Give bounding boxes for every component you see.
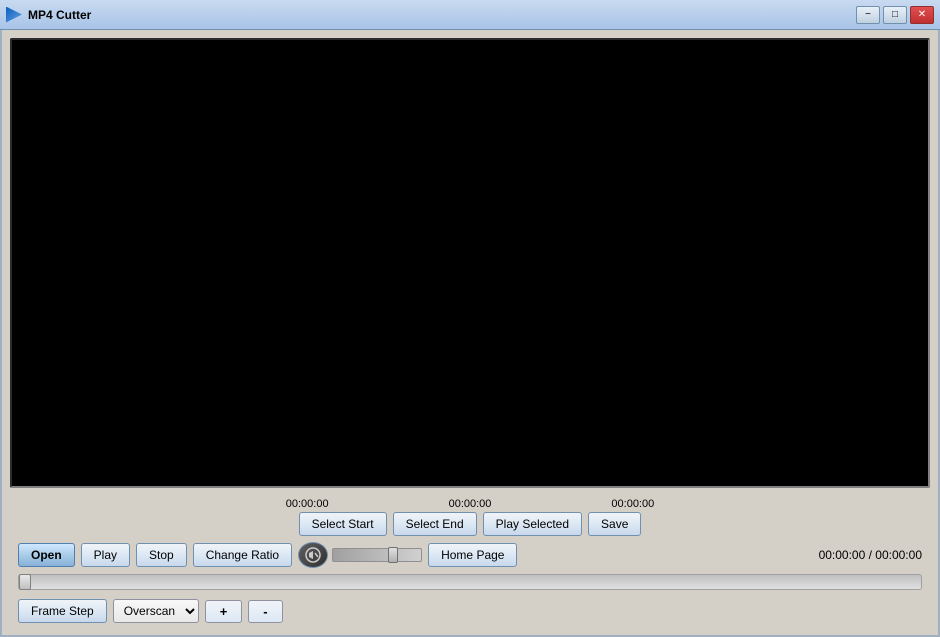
button-row1: Select Start Select End Play Selected Sa… xyxy=(10,512,930,536)
restore-button[interactable]: □ xyxy=(883,6,907,24)
open-button[interactable]: Open xyxy=(18,543,75,567)
end-time-label: 00:00:00 xyxy=(449,498,492,510)
slider-row xyxy=(10,572,930,595)
app-icon xyxy=(6,7,22,23)
playback-time-display: 00:00:00 / 00:00:00 xyxy=(819,548,922,562)
time-labels-row: 00:00:00 00:00:00 00:00:00 xyxy=(10,498,930,510)
title-bar-left: MP4 Cutter xyxy=(6,7,91,23)
select-end-button[interactable]: Select End xyxy=(393,512,477,536)
minus-button[interactable]: - xyxy=(248,600,282,623)
home-page-button[interactable]: Home Page xyxy=(428,543,517,567)
play-button[interactable]: Play xyxy=(81,543,130,567)
title-bar: MP4 Cutter − □ ✕ xyxy=(0,0,940,30)
title-bar-buttons: − □ ✕ xyxy=(856,6,934,24)
play-selected-button[interactable]: Play Selected xyxy=(483,512,582,536)
volume-area xyxy=(298,542,422,568)
progress-slider[interactable] xyxy=(18,574,922,590)
change-ratio-button[interactable]: Change Ratio xyxy=(193,543,292,567)
button-row2: Open Play Stop Change Ratio Home Page 00… xyxy=(10,542,930,568)
frame-step-button[interactable]: Frame Step xyxy=(18,599,107,623)
controls-section: 00:00:00 00:00:00 00:00:00 Select Start … xyxy=(10,494,930,627)
main-window: 00:00:00 00:00:00 00:00:00 Select Start … xyxy=(0,30,940,637)
stop-button[interactable]: Stop xyxy=(136,543,187,567)
close-button[interactable]: ✕ xyxy=(910,6,934,24)
volume-slider[interactable] xyxy=(332,548,422,562)
volume-icon xyxy=(305,547,321,563)
volume-button[interactable] xyxy=(298,542,328,568)
start-time-label: 00:00:00 xyxy=(286,498,329,510)
save-button[interactable]: Save xyxy=(588,512,641,536)
video-area xyxy=(10,38,930,488)
plus-button[interactable]: + xyxy=(205,600,243,623)
selected-time-label: 00:00:00 xyxy=(611,498,654,510)
minimize-button[interactable]: − xyxy=(856,6,880,24)
select-start-button[interactable]: Select Start xyxy=(299,512,387,536)
overscan-select[interactable]: Overscan Fit Stretch xyxy=(113,599,199,623)
bottom-row: Frame Step Overscan Fit Stretch + - xyxy=(10,599,930,623)
title-text: MP4 Cutter xyxy=(28,8,91,22)
